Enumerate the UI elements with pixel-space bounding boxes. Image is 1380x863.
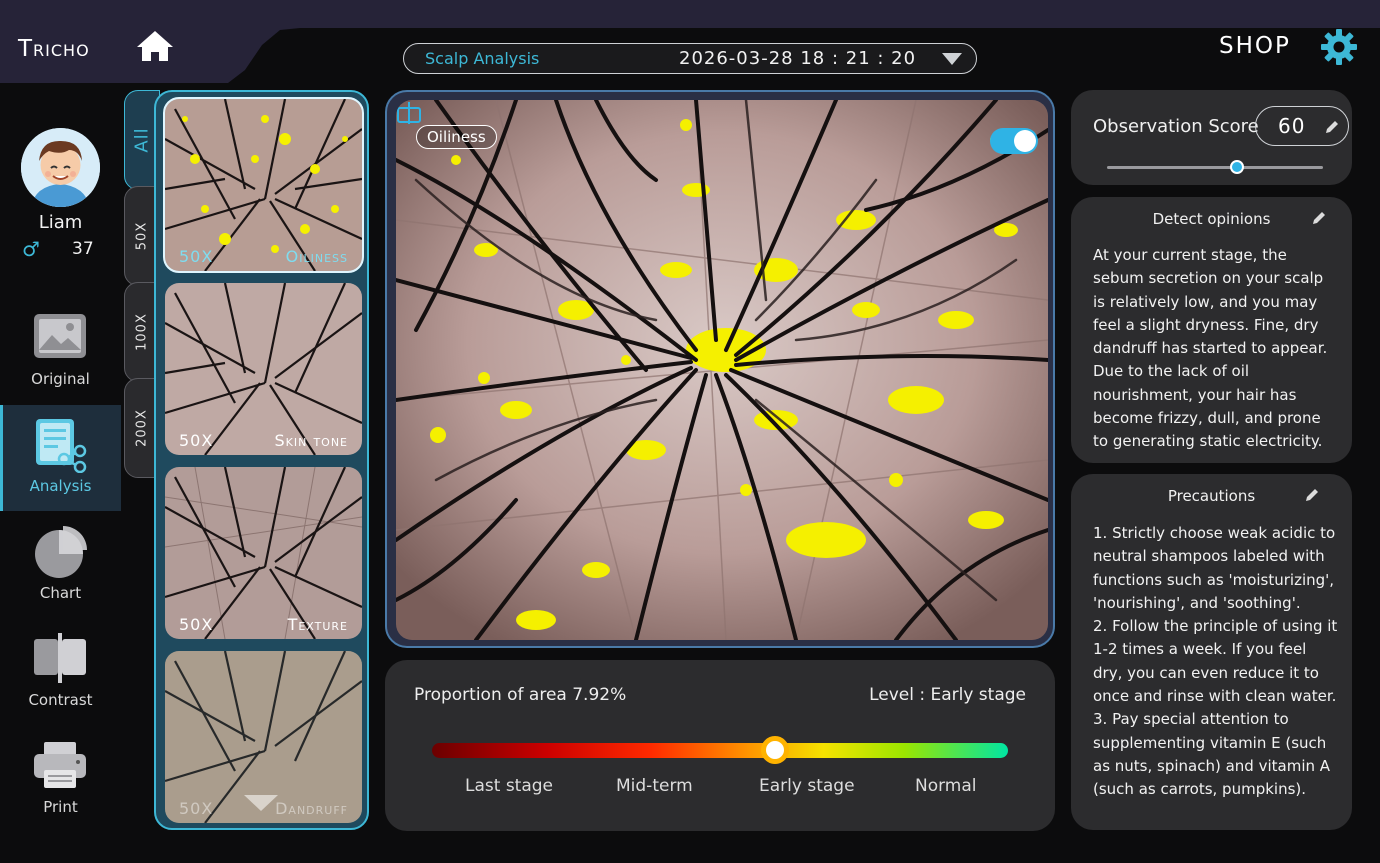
user-name: Liam	[38, 212, 83, 233]
overlay-toggle[interactable]	[990, 128, 1038, 154]
pencil-icon	[1326, 121, 1338, 133]
detect-opinions-title: Detect opinions	[1152, 210, 1271, 228]
brand-logo: Tricho	[18, 36, 90, 62]
report-icon	[36, 419, 87, 473]
split-view-icon[interactable]	[396, 100, 422, 126]
observation-score-slider-handle[interactable]	[1230, 160, 1244, 174]
thumbnail-texture[interactable]: 50X Texture	[165, 467, 362, 639]
scalp-image[interactable]: Oiliness	[396, 100, 1048, 640]
gear-icon[interactable]	[1320, 28, 1358, 66]
level-card: Proportion of area 7.92% Level : Early s…	[385, 660, 1055, 831]
nav-contrast-label: Contrast	[28, 691, 93, 709]
precaution-item: 1. Strictly choose weak acidic to neutra…	[1093, 524, 1336, 612]
main-image-frame: Oiliness	[385, 90, 1055, 648]
thumbnail-type: Oiliness	[285, 247, 348, 266]
pencil-icon[interactable]	[1304, 487, 1320, 503]
precautions-list[interactable]: 1. Strictly choose weak acidic to neutra…	[1093, 522, 1338, 802]
nav-print[interactable]: Print	[0, 726, 121, 832]
session-selector[interactable]: Scalp Analysis 2026-03-28 18 : 21 : 20	[403, 43, 977, 74]
observation-score-field[interactable]: 60	[1255, 106, 1349, 146]
pencil-icon[interactable]	[1311, 210, 1327, 226]
tab-50x-label: 50X	[134, 221, 150, 251]
area-proportion: Proportion of area 7.92%	[414, 685, 627, 705]
stage-label-normal: Normal	[915, 776, 977, 796]
thumbnail-mag: 50X	[179, 431, 214, 450]
compare-icon	[34, 633, 86, 683]
thumbnail-type: Dandruff	[275, 799, 348, 818]
home-icon[interactable]	[135, 29, 175, 63]
nav-analysis-label: Analysis	[29, 477, 92, 495]
observation-score-value: 60	[1278, 114, 1306, 138]
scroll-down-icon[interactable]	[244, 795, 278, 811]
shop-link[interactable]: SHOP	[1219, 33, 1291, 59]
thumbnail-oiliness[interactable]: 50X Oiliness	[163, 97, 364, 273]
detect-opinions-card: Detect opinions At your current stage, t…	[1071, 197, 1352, 463]
observation-score-slider[interactable]	[1107, 166, 1323, 169]
tab-100x-label: 100X	[134, 313, 150, 351]
session-title: Scalp Analysis	[425, 49, 540, 68]
detect-opinions-text: At your current stage, the sebum secreti…	[1093, 246, 1328, 451]
severity-indicator	[761, 736, 789, 764]
severity-gradient-bar	[432, 743, 1008, 758]
nav-original[interactable]: Original	[0, 298, 121, 404]
stage-label-last: Last stage	[465, 776, 554, 796]
avatar[interactable]	[21, 128, 100, 207]
precaution-item: 3. Pay special attention to supplementin…	[1093, 710, 1331, 799]
image-icon	[34, 314, 86, 358]
nav-original-label: Original	[31, 370, 90, 388]
stage-label-mid: Mid-term	[616, 776, 693, 796]
thumbnail-mag: 50X	[179, 247, 214, 266]
nav-print-label: Print	[43, 798, 78, 816]
observation-score-card: Observation Score 60	[1071, 90, 1352, 185]
observation-score-label: Observation Score	[1093, 116, 1259, 137]
precautions-card: Precautions 1. Strictly choose weak acid…	[1071, 474, 1352, 830]
overlay-tag: Oiliness	[416, 125, 497, 149]
thumbnail-mag: 50X	[179, 615, 214, 634]
thumbnail-skin-tone[interactable]: 50X Skin tone	[165, 283, 362, 455]
session-datetime: 2026-03-28 18 : 21 : 20	[679, 48, 917, 69]
nav-chart[interactable]: Chart	[0, 512, 121, 618]
thumbnail-type: Skin tone	[274, 431, 348, 450]
nav-contrast[interactable]: Contrast	[0, 619, 121, 725]
chevron-down-icon[interactable]	[942, 53, 962, 65]
nav-chart-label: Chart	[39, 584, 82, 602]
tab-all-label: All	[131, 127, 153, 153]
thumbnail-mag: 50X	[179, 799, 214, 818]
printer-icon	[34, 742, 86, 788]
nav-analysis[interactable]: Analysis	[0, 405, 121, 511]
thumbnail-panel: 50X Oiliness 50X Skin tone 50X Texture 5…	[154, 90, 369, 830]
user-age: 37	[72, 239, 94, 259]
male-icon: ♂	[22, 237, 40, 261]
pie-chart-icon	[35, 526, 87, 578]
precaution-item: 2. Follow the principle of using it 1-2 …	[1093, 617, 1338, 706]
thumbnail-type: Texture	[287, 615, 348, 634]
tab-200x-label: 200X	[134, 409, 150, 447]
stage-label-early: Early stage	[759, 776, 855, 796]
level-result: Level : Early stage	[869, 685, 1026, 705]
